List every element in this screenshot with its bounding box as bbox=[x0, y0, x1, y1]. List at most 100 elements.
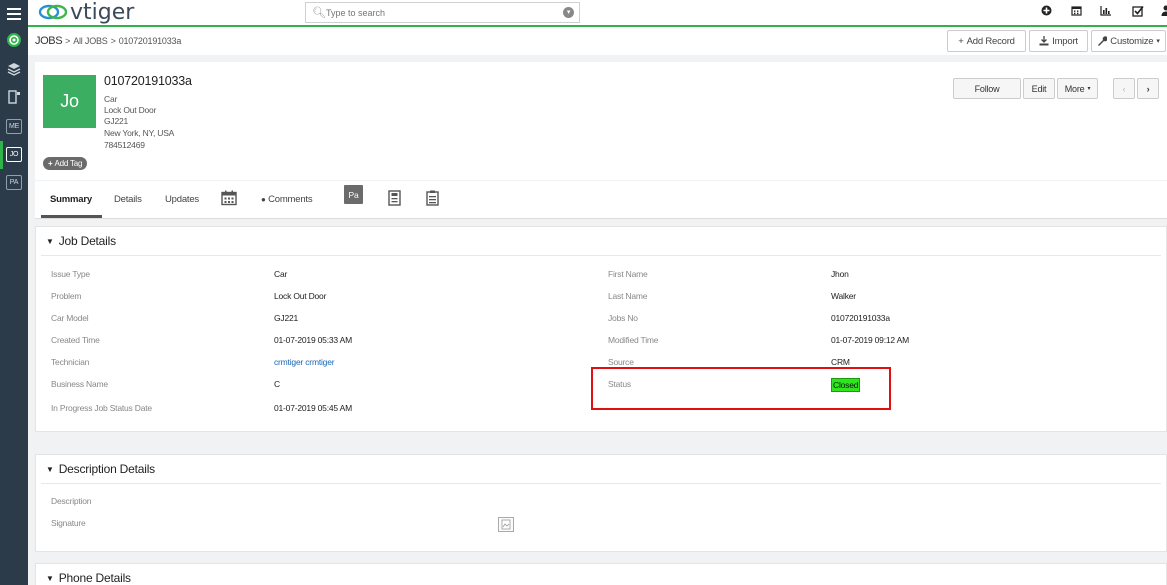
add-tag-label: Add Tag bbox=[54, 159, 83, 168]
description-details-header[interactable]: ▼ Description Details bbox=[46, 462, 155, 476]
field-value-jobs-no: 010720191033a bbox=[831, 313, 890, 323]
search-input[interactable] bbox=[326, 5, 556, 20]
reports-chart-icon[interactable] bbox=[1098, 5, 1114, 21]
field-value-issue-type[interactable]: Car bbox=[274, 269, 287, 279]
download-icon bbox=[1039, 36, 1049, 46]
add-record-button[interactable]: + Add Record bbox=[947, 30, 1026, 52]
record-avatar: Jo bbox=[43, 75, 96, 128]
tab-comments-label: Comments bbox=[268, 194, 313, 205]
job-details-header[interactable]: ▼ Job Details bbox=[46, 234, 116, 248]
collapse-caret-icon: ▼ bbox=[46, 464, 54, 474]
vtiger-logo[interactable]: vtiger bbox=[38, 0, 135, 25]
field-label-last-name: Last Name bbox=[608, 291, 648, 301]
top-bar: vtiger 🔍︎ ▾ bbox=[28, 0, 1167, 27]
field-value-business-name[interactable]: C bbox=[274, 379, 280, 389]
nav-item-jo[interactable]: JO bbox=[6, 147, 22, 162]
field-value-source[interactable]: CRM bbox=[831, 357, 850, 367]
nav-item-me[interactable]: ME bbox=[6, 119, 22, 134]
description-details-title: Description Details bbox=[58, 462, 155, 476]
phone-details-panel: ▼ Phone Details bbox=[35, 563, 1167, 585]
field-label-car-model: Car Model bbox=[51, 313, 89, 323]
field-value-modified-time: 01-07-2019 09:12 AM bbox=[831, 335, 909, 345]
breadcrumb-separator: > bbox=[65, 36, 71, 46]
search-icon: 🔍︎ bbox=[312, 7, 326, 19]
global-search[interactable]: 🔍︎ ▾ bbox=[305, 2, 580, 23]
main-content: Jo 010720191033a Car Lock Out Door GJ221… bbox=[28, 55, 1167, 585]
breadcrumb-record: 010720191033a bbox=[118, 36, 182, 46]
record-title: 010720191033a bbox=[104, 74, 192, 88]
vtiger-logo-icon bbox=[38, 4, 68, 20]
comment-bubble-icon: ● bbox=[261, 195, 266, 204]
add-tag-button[interactable]: + Add Tag bbox=[43, 157, 88, 170]
field-value-first-name[interactable]: Jhon bbox=[831, 269, 849, 279]
field-value-technician-link[interactable]: crmtiger crmtiger bbox=[274, 357, 335, 367]
divider bbox=[41, 483, 1161, 484]
follow-button[interactable]: Follow bbox=[953, 78, 1021, 99]
user-profile-icon[interactable] bbox=[1158, 5, 1167, 21]
field-value-car-model[interactable]: GJ221 bbox=[274, 313, 298, 323]
customize-button[interactable]: Customize ▾ bbox=[1091, 30, 1166, 52]
field-label-in-progress-date: In Progress Job Status Date bbox=[51, 403, 152, 413]
plus-icon: + bbox=[958, 35, 964, 47]
collapse-caret-icon: ▼ bbox=[46, 573, 54, 583]
record-line-phone: 784512469 bbox=[104, 140, 145, 150]
more-button[interactable]: More ▾ bbox=[1057, 78, 1098, 99]
breadcrumb-module[interactable]: JOBS bbox=[35, 35, 63, 47]
phone-details-title: Phone Details bbox=[58, 571, 131, 585]
status-highlight-box bbox=[591, 367, 891, 410]
tab-comments[interactable]: ● Comments bbox=[261, 194, 313, 205]
hamburger-menu-icon[interactable] bbox=[0, 0, 28, 27]
nav-active-indicator bbox=[0, 141, 3, 169]
field-label-business-name: Business Name bbox=[51, 379, 108, 389]
field-label-signature: Signature bbox=[51, 518, 86, 528]
nav-item-pa[interactable]: PA bbox=[6, 175, 22, 190]
field-label-jobs-no: Jobs No bbox=[608, 313, 638, 323]
tab-pa[interactable]: Pa bbox=[344, 185, 363, 204]
search-options-chevron-icon[interactable]: ▾ bbox=[563, 7, 574, 18]
field-value-in-progress-date[interactable]: 01-07-2019 05:45 AM bbox=[274, 403, 352, 413]
left-nav-rail: ME JO PA bbox=[0, 0, 28, 585]
previous-record-button[interactable]: ‹ bbox=[1113, 78, 1135, 99]
edit-button[interactable]: Edit bbox=[1023, 78, 1055, 99]
record-line-problem: Lock Out Door bbox=[104, 105, 157, 115]
tab-updates[interactable]: Updates bbox=[165, 194, 199, 205]
caret-down-icon: ▾ bbox=[1156, 38, 1160, 45]
field-label-created-time: Created Time bbox=[51, 335, 100, 345]
next-record-button[interactable]: › bbox=[1137, 78, 1159, 99]
field-value-last-name[interactable]: Walker bbox=[831, 291, 856, 301]
plus-icon: + bbox=[48, 159, 53, 168]
breadcrumb: JOBS > All JOBS > 010720191033a bbox=[35, 35, 181, 47]
field-value-problem[interactable]: Lock Out Door bbox=[274, 291, 326, 301]
import-button[interactable]: Import bbox=[1029, 30, 1088, 52]
wrench-icon bbox=[1098, 36, 1108, 46]
home-target-icon[interactable] bbox=[5, 31, 23, 49]
tab-document-icon[interactable] bbox=[388, 190, 401, 208]
tab-notes-icon[interactable] bbox=[426, 190, 439, 208]
logo-text: vtiger bbox=[70, 0, 135, 25]
signature-image-icon[interactable] bbox=[498, 517, 514, 532]
tab-summary[interactable]: Summary bbox=[50, 194, 92, 205]
field-label-source: Source bbox=[608, 357, 634, 367]
divider bbox=[41, 255, 1161, 256]
field-label-modified-time: Modified Time bbox=[608, 335, 659, 345]
mobile-icon[interactable] bbox=[5, 88, 23, 106]
chevron-right-icon: › bbox=[1146, 83, 1150, 94]
record-line-address: New York, NY, USA bbox=[104, 128, 175, 138]
field-label-first-name: First Name bbox=[608, 269, 648, 279]
record-header: Jo 010720191033a Car Lock Out Door GJ221… bbox=[35, 62, 1167, 180]
breadcrumb-list[interactable]: All JOBS bbox=[73, 36, 108, 46]
layers-icon[interactable] bbox=[5, 60, 23, 78]
phone-details-header[interactable]: ▼ Phone Details bbox=[46, 571, 131, 585]
tab-details[interactable]: Details bbox=[114, 194, 142, 205]
customize-label: Customize bbox=[1110, 35, 1154, 47]
tab-calendar-icon[interactable] bbox=[221, 190, 237, 208]
breadcrumb-separator: > bbox=[110, 36, 116, 46]
field-label-issue-type: Issue Type bbox=[51, 269, 90, 279]
collapse-caret-icon: ▼ bbox=[46, 236, 54, 246]
quick-create-plus-icon[interactable] bbox=[1038, 5, 1054, 21]
breadcrumb-row: JOBS > All JOBS > 010720191033a + Add Rec… bbox=[28, 27, 1167, 55]
tasks-checkbox-icon[interactable] bbox=[1130, 5, 1146, 21]
field-label-technician: Technician bbox=[51, 357, 90, 367]
calendar-icon[interactable] bbox=[1068, 5, 1084, 21]
field-value-created-time: 01-07-2019 05:33 AM bbox=[274, 335, 352, 345]
